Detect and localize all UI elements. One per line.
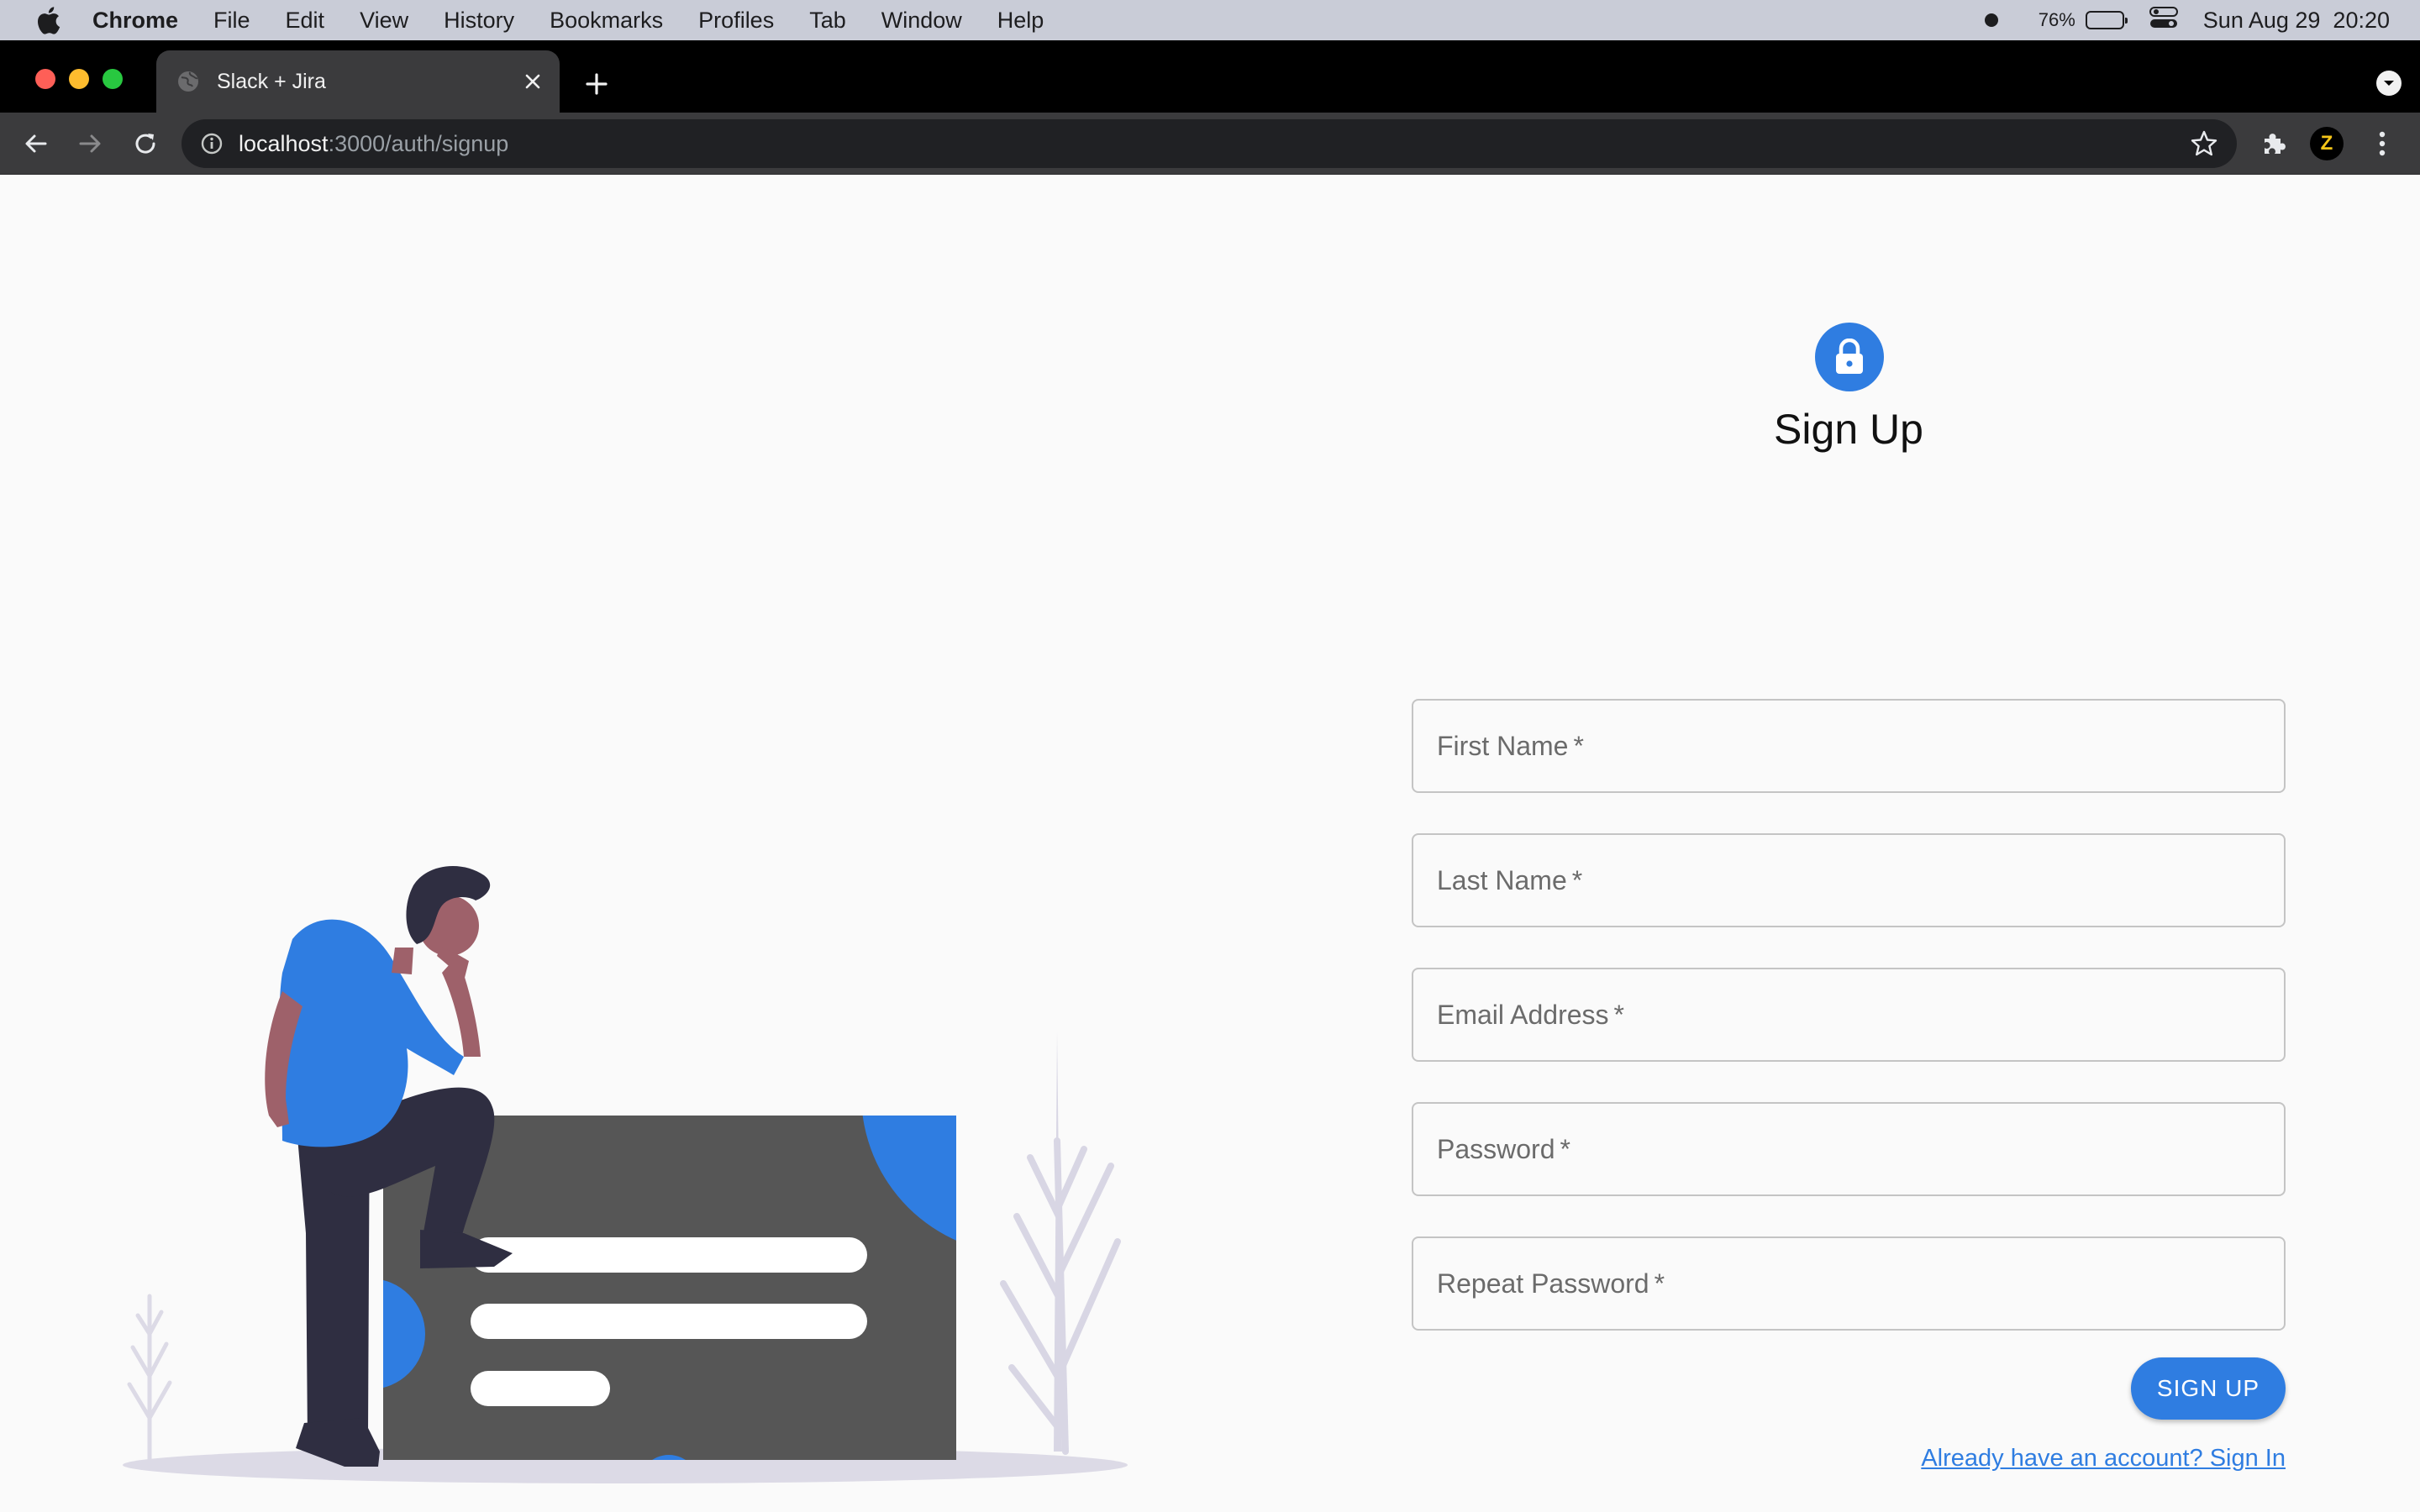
back-arrow-icon[interactable] [18, 126, 54, 161]
address-url[interactable]: localhost:3000/auth/signup [239, 131, 508, 157]
extension-badge: Z [2310, 127, 2344, 160]
extensions-puzzle-icon[interactable] [2255, 126, 2291, 161]
menu-help[interactable]: Help [997, 8, 1044, 34]
tab-search-chevron-down-icon[interactable] [2376, 71, 2402, 96]
site-info-icon[interactable] [200, 132, 224, 155]
menu-history[interactable]: History [444, 8, 514, 34]
repeat-password-input[interactable] [1413, 1238, 2284, 1329]
browser-toolbar: localhost:3000/auth/signup Z [0, 113, 2420, 175]
menu-edit[interactable]: Edit [286, 8, 325, 34]
sign-up-button[interactable]: SIGN UP [2131, 1357, 2286, 1420]
globe-icon [176, 70, 200, 93]
extension-avatar-icon[interactable]: Z [2309, 126, 2344, 161]
window-minimize-button[interactable] [69, 69, 89, 89]
tab-close-icon[interactable] [518, 66, 548, 97]
new-tab-plus-icon[interactable] [580, 67, 613, 101]
page-viewport: Sign Up First Name * Last Name * Email Add… [0, 175, 2420, 1512]
menu-bookmarks[interactable]: Bookmarks [550, 8, 663, 34]
last-name-field[interactable]: Last Name * [1412, 833, 2286, 927]
window-zoom-button[interactable] [103, 69, 123, 89]
sign-in-link[interactable]: Already have an account? Sign In [1921, 1445, 2286, 1473]
apple-icon[interactable] [35, 6, 60, 34]
macos-menubar: Chrome File Edit View History Bookmarks … [0, 0, 2420, 40]
menu-view[interactable]: View [360, 8, 408, 34]
menu-file[interactable]: File [213, 8, 250, 34]
password-input[interactable] [1413, 1104, 2284, 1194]
forward-arrow-icon[interactable] [72, 126, 108, 161]
bookmark-star-icon[interactable] [2190, 129, 2218, 162]
lock-avatar [1815, 323, 1884, 391]
repeat-password-field[interactable]: Repeat Password * [1412, 1236, 2286, 1331]
menubar-datetime[interactable]: Sun Aug 29 20:20 [2203, 8, 2390, 34]
battery-icon[interactable] [2085, 11, 2128, 29]
email-field[interactable]: Email Address * [1412, 968, 2286, 1062]
url-host: localhost [239, 130, 329, 156]
lock-icon [1836, 339, 1863, 374]
menu-window[interactable]: Window [881, 8, 962, 34]
window-close-button[interactable] [35, 69, 55, 89]
menubar-status-area: 76% Sun Aug 29 20:20 [1984, 0, 2390, 40]
tab-title: Slack + Jira [217, 69, 326, 93]
password-field[interactable]: Password * [1412, 1102, 2286, 1196]
thinking-person-illustration [123, 865, 1128, 1483]
menu-profiles[interactable]: Profiles [698, 8, 774, 34]
first-name-input[interactable] [1413, 701, 2284, 791]
control-center-icon[interactable] [2149, 6, 2178, 34]
email-input[interactable] [1413, 969, 2284, 1060]
first-name-field[interactable]: First Name * [1412, 699, 2286, 793]
reload-icon[interactable] [128, 126, 163, 161]
browser-menu-kebab-icon[interactable] [2365, 126, 2400, 161]
menu-app-name[interactable]: Chrome [92, 8, 178, 34]
browser-tab-active[interactable]: Slack + Jira [156, 50, 560, 113]
menu-tab[interactable]: Tab [809, 8, 846, 34]
last-name-input[interactable] [1413, 835, 2284, 926]
address-bar[interactable]: localhost:3000/auth/signup [182, 119, 2237, 168]
page-title: Sign Up [1774, 406, 1923, 453]
url-path: :3000/auth/signup [328, 130, 509, 156]
record-icon[interactable] [1984, 13, 1998, 27]
battery-percent: 76% [2038, 9, 2075, 30]
